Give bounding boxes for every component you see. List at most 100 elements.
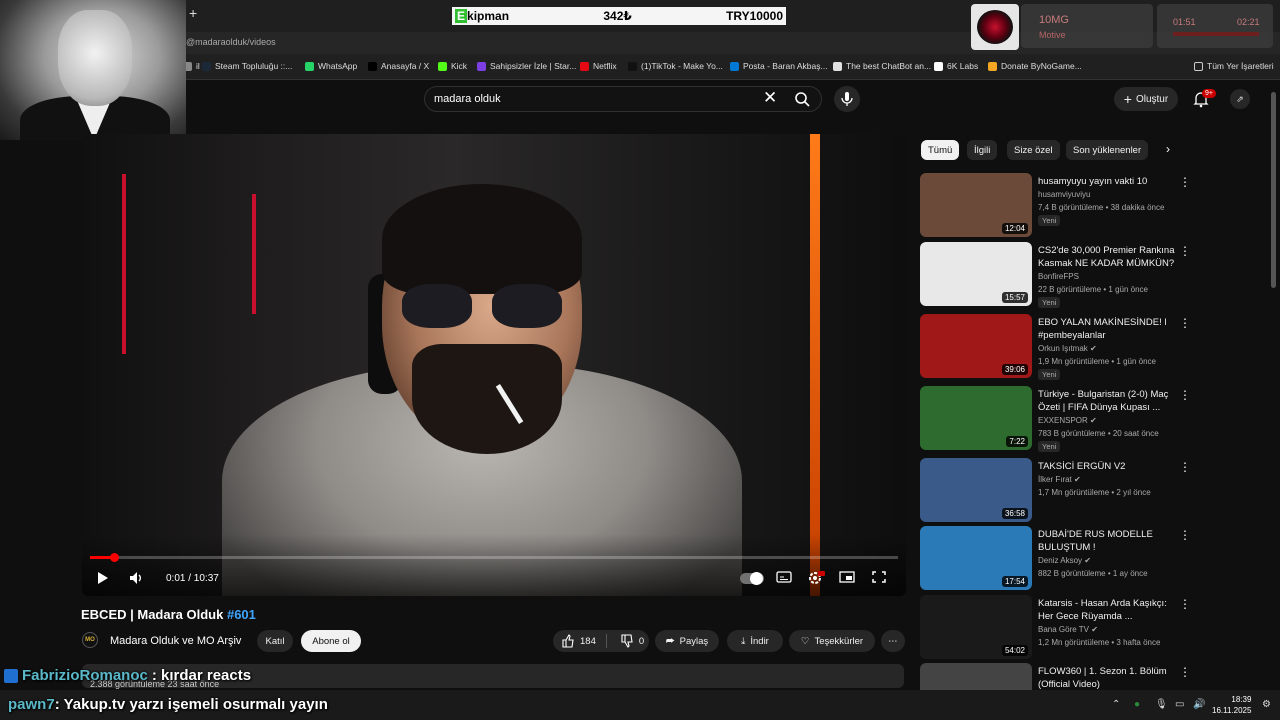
chevron-right-icon[interactable]: › [1166,142,1170,156]
video-title[interactable]: FLOW360 | 1. Sezon 1. Bölüm (Official Vi… [1038,665,1176,691]
fullscreen-button[interactable] [871,570,887,587]
all-bookmarks-link[interactable]: Tüm Yer İşaretleri [1194,61,1274,71]
video-thumbnail[interactable]: 54:02 [920,595,1032,659]
video-channel[interactable]: İlker Fırat ✔ [1038,475,1081,484]
recommended-video[interactable]: 17:54 DUBAİ'DE RUS MODELLE BULUŞTUM ! Deni… [920,526,1260,590]
more-vert-icon[interactable]: ⋮ [1179,175,1191,189]
chip-filter[interactable]: Tümü [921,140,960,160]
channel-name[interactable]: Madara Olduk ve MO Arşiv [110,635,241,647]
recommended-video[interactable]: 39:06 EBO YALAN MAKİNESİNDE! l #pembeyala… [920,314,1260,380]
bookmark-item[interactable]: 6K Labs [934,61,978,71]
more-vert-icon[interactable]: ⋮ [1179,316,1191,330]
bookmark-item[interactable]: WhatsApp [305,61,357,71]
address-text[interactable]: @madaraolduk/videos [186,37,276,47]
tray-mic-icon[interactable]: 🎙 [1155,699,1168,710]
bookmark-item[interactable]: Sahipsizler İzle | Star... [477,61,576,71]
video-thumbnail[interactable]: 15:57 [920,242,1032,306]
verified-icon: ✔ [1091,625,1098,634]
bookmark-item[interactable]: (1)TikTok - Make Yo... [628,61,723,71]
chip-filter[interactable]: Son yüklenenler [1066,140,1149,160]
recommended-video[interactable]: 15:57 CS2'de 30,000 Premier Rankına Kasma… [920,242,1260,308]
search-button[interactable] [786,86,822,112]
video-channel[interactable]: Bana Göre TV ✔ [1038,625,1098,634]
bookmark-item[interactable]: Kick [438,61,467,71]
video-channel[interactable]: husamviyuviyu [1038,190,1090,199]
video-channel[interactable]: Orkun Işıtmak ✔ [1038,344,1097,353]
dislike-count: 0 [638,635,645,647]
subscribe-button[interactable]: Abone ol [301,630,361,652]
video-title[interactable]: Türkiye - Bulgaristan (2-0) Maç Özeti | … [1038,388,1176,414]
video-thumbnail[interactable]: 7:22 [920,386,1032,450]
miniplayer-button[interactable] [839,570,855,587]
recommended-video[interactable]: 7:22 Türkiye - Bulgaristan (2-0) Maç Özet… [920,386,1260,452]
new-tab-button[interactable]: + [189,5,197,21]
download-button[interactable]: ⤓ İndir [727,630,783,652]
channel-avatar[interactable]: MO [82,632,98,648]
tray-volume-icon[interactable]: 🔊 [1193,699,1205,710]
video-channel[interactable]: EXXENSPOR ✔ [1038,416,1097,425]
subtitles-button[interactable] [776,570,792,587]
video-title[interactable]: DUBAİ'DE RUS MODELLE BULUŞTUM ! [1038,528,1176,554]
join-button[interactable]: Katıl [257,630,293,652]
video-channel[interactable]: Deniz Aksoy ✔ [1038,556,1091,565]
video-thumbnail[interactable]: 39:06 [920,314,1032,378]
thumbs-down-icon[interactable] [620,634,634,648]
video-thumbnail[interactable]: 12:04 [920,173,1032,237]
video-title[interactable]: Katarsis - Hasan Arda Kaşıkçı: Her Gece … [1038,597,1176,623]
search-input[interactable]: madara olduk [434,93,501,105]
voice-search-button[interactable] [834,86,860,112]
more-vert-icon[interactable]: ⋮ [1179,388,1191,402]
chip-filter[interactable]: Size özel [1007,140,1060,160]
more-vert-icon[interactable]: ⋮ [1179,244,1191,258]
more-vert-icon[interactable]: ⋮ [1179,528,1191,542]
video-hashtag[interactable]: #601 [227,607,256,622]
like-dislike-group: 184 0 [553,630,649,652]
video-thumbnail[interactable]: 36:58 [920,458,1032,522]
recommended-video[interactable]: 36:58 TAKSİCİ ERGÜN V2 İlker Fırat ✔ 1,7 Mn… [920,458,1260,522]
video-title[interactable]: CS2'de 30,000 Premier Rankına Kasmak NE … [1038,244,1176,270]
bookmark-item[interactable]: Donate ByNoGame... [988,61,1082,71]
account-avatar[interactable]: ⇗ [1230,89,1250,109]
taskbar-clock[interactable]: 18:39 16.11.2025 [1212,694,1251,716]
donation-goal-bar: Ekipman 342₺ TRY10000 [452,7,786,25]
seek-handle[interactable] [110,553,119,562]
play-button[interactable] [96,570,110,589]
thumbs-up-icon[interactable] [561,634,575,648]
video-title[interactable]: husamyuyu yayın vakti 10 [1038,175,1176,188]
scrollbar[interactable] [1271,92,1276,288]
chip-filter[interactable]: İlgili [967,140,998,160]
video-title[interactable]: EBO YALAN MAKİNESİNDE! l #pembeyalanlar [1038,316,1176,342]
recommended-video[interactable]: 12:04 husamyuyu yayın vakti 10 husamviyuvi… [920,173,1260,237]
tray-chevron-icon[interactable]: ⌃ [1112,699,1120,710]
more-vert-icon[interactable]: ⋮ [1179,597,1191,611]
bookmark-item[interactable]: Posta - Baran Akbaş... [730,61,828,71]
chat-message: pawn7: Yakup.tv yarzı işemeli osurmalı y… [8,696,328,713]
notification-center-icon[interactable]: ⚙ [1262,699,1271,710]
more-vert-icon[interactable]: ⋮ [1179,460,1191,474]
like-count[interactable]: 184 [580,636,596,647]
clear-search-icon[interactable]: ✕ [763,88,777,108]
settings-button[interactable] [807,570,825,589]
bookmark-item[interactable]: Netflix [580,61,617,71]
video-thumbnail[interactable]: 17:54 [920,526,1032,590]
bookmark-item[interactable]: The best ChatBot an... [833,61,931,71]
autoplay-toggle[interactable] [740,572,764,585]
bookmark-item[interactable]: Steam Topluluğu ::... [202,61,292,71]
recommended-video[interactable]: 54:02 Katarsis - Hasan Arda Kaşıkçı: Her … [920,595,1260,659]
bookmark-favicon-icon [580,61,589,71]
song-artist: Motive [1039,30,1066,40]
video-title[interactable]: TAKSİCİ ERGÜN V2 [1038,460,1176,473]
tray-network-icon[interactable]: ▭ [1175,699,1184,710]
seek-bar[interactable] [90,556,898,559]
tray-app-icon[interactable]: ● [1134,699,1140,710]
bookmark-item[interactable]: Anasayfa / X [368,61,429,71]
more-vert-icon[interactable]: ⋮ [1179,665,1191,679]
video-channel[interactable]: BonfireFPS [1038,272,1079,281]
create-button[interactable]: + Oluştur [1114,87,1178,111]
share-button[interactable]: ⮫ Paylaş [655,630,719,652]
more-actions-button[interactable]: ⋯ [881,630,905,652]
video-player[interactable] [82,134,906,596]
thanks-button[interactable]: ♡ Teşekkürler [789,630,875,652]
volume-button[interactable] [128,570,144,589]
download-label: İndir [750,635,769,647]
